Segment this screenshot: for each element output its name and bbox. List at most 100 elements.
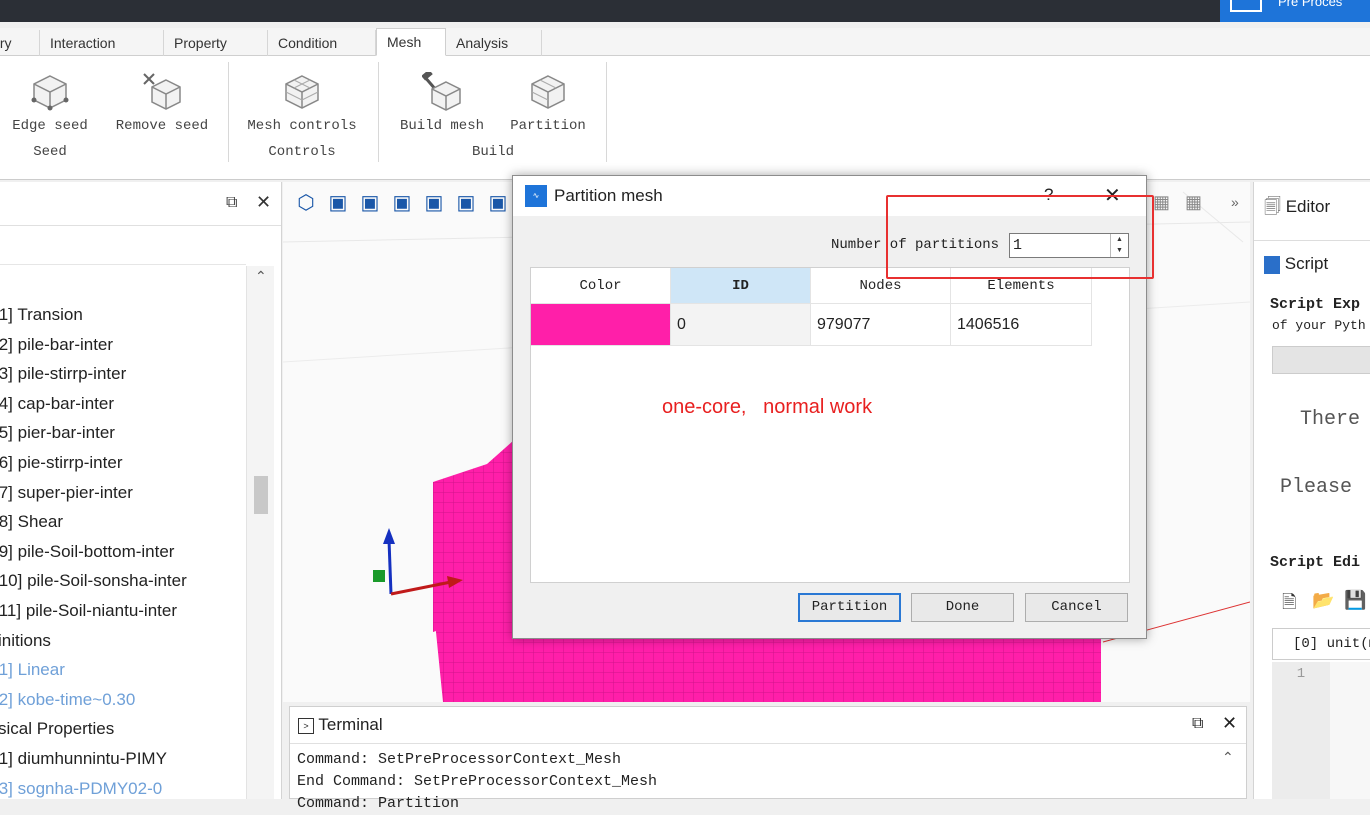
terminal-line: Command: Partition [297,795,460,812]
new-file-icon[interactable]: 🗎 [1282,590,1296,620]
restore-icon[interactable]: ⧉ [1192,715,1203,733]
left-view-icon[interactable]: ▣ [453,190,479,216]
group-build-label: Build [471,144,514,160]
edge-seed-icon [31,75,69,111]
open-folder-icon[interactable]: 📂 [1312,590,1334,611]
script-tab-label: Script [1284,254,1329,273]
mesh-controls-icon [285,75,319,109]
tree-item[interactable]: [3] sognha-PDMY02-0 [0,778,162,800]
ribbon-separator [378,62,379,162]
editor-panel: 🗐 Editor Script Script Exp of your Pyth … [1253,182,1370,799]
done-button[interactable]: Done [911,593,1014,622]
cancel-button[interactable]: Cancel [1025,593,1128,622]
tree-item[interactable]: sical Properties [0,718,114,740]
dialog-title: Partition mesh [554,186,663,205]
empty-state-text: There [1300,408,1361,431]
tab-analysis[interactable]: Analysis [446,30,542,56]
close-icon[interactable]: ✕ [256,192,271,213]
restore-icon[interactable]: ⧉ [226,194,237,212]
save-icon[interactable]: 💾 [1344,590,1366,611]
iso-view-icon[interactable]: ⬡ [293,190,319,216]
tab-script[interactable]: Script [1264,254,1328,274]
tree-item[interactable]: [7] super-pier-inter [0,482,133,504]
edge-seed-button[interactable]: Edge seed [6,66,94,134]
terminal-icon: > [298,717,314,734]
tab-interaction[interactable]: Interaction [40,30,164,56]
build-mesh-button[interactable]: Build mesh [392,66,492,134]
model-tree-panel: ⧉ ✕ [1] Transion [2] pile-bar-inter [3] pi… [0,182,282,799]
ribbon-separator [228,62,229,162]
header-id[interactable]: ID [671,268,811,304]
tree-item[interactable]: [2] pile-bar-inter [0,334,113,356]
tree-item[interactable]: [4] cap-bar-inter [0,393,114,415]
tab-condition[interactable]: Condition [268,30,376,56]
tree-item[interactable]: [11] pile-Soil-niantu-inter [0,600,177,622]
scrollbar-thumb[interactable] [254,476,268,514]
tree-item[interactable]: [3] pile-stirrp-inter [0,363,126,385]
editor-icon: 🗐 [1264,197,1281,216]
empty-state-hint: Please [1280,476,1353,499]
top-view-icon[interactable]: ▣ [389,190,415,216]
partitions-table: Color ID Nodes Elements 0 979077 1406516 [530,267,1130,583]
tab-geometry[interactable]: try [0,30,40,56]
group-controls-label: Controls [268,144,336,160]
tree-item[interactable]: [2] kobe-time~0.30 [0,689,135,711]
tree-item[interactable]: [1] diumhunnintu-PIMY [0,748,167,770]
script-editor-title: Script Edi [1270,554,1361,571]
app-brand-text: Pre Proces [1278,0,1343,9]
close-icon[interactable]: ✕ [1222,713,1237,734]
tree-item[interactable]: [1] Transion [0,304,83,326]
scroll-up-icon[interactable]: ⌃ [1222,749,1234,766]
tab-mesh[interactable]: Mesh [376,28,446,56]
mesh-controls-label: Mesh controls [247,118,357,134]
partition-nodes-cell[interactable]: 979077 [811,304,951,346]
terminal-line: Command: SetPreProcessorContext_Mesh [297,751,622,768]
partition-dialog-button[interactable]: Partition [798,593,901,622]
tree-item[interactable]: [6] pie-stirrp-inter [0,452,122,474]
back-view-icon[interactable]: ▣ [357,190,383,216]
ribbon-tabs: try Interaction Property Condition Mesh … [0,28,1370,56]
app-title-bar: Pre Proces [0,0,1370,22]
remove-seed-button[interactable]: Remove seed [110,66,214,134]
line-number: 1 [1272,662,1330,799]
editor-header: 🗐 Editor [1264,194,1330,223]
app-logo-icon [1230,0,1262,12]
partition-label: Partition [510,118,586,134]
scroll-up-icon[interactable]: ⌃ [255,268,267,285]
partition-elements-cell[interactable]: 1406516 [951,304,1092,346]
front-view-icon[interactable]: ▣ [325,190,351,216]
edge-seed-label: Edge seed [12,118,88,134]
tree-item[interactable]: [10] pile-Soil-sonsha-inter [0,570,187,592]
tree-item[interactable]: initions [0,630,51,652]
tab-property[interactable]: Property [164,30,268,56]
build-mesh-icon [422,72,461,111]
tree-divider [0,264,246,265]
tree-scrollbar[interactable]: ⌃ [246,266,274,799]
more-tools-icon[interactable]: » [1231,194,1239,210]
script-path-field[interactable] [1272,346,1370,374]
mesh-controls-button[interactable]: Mesh controls [240,66,364,134]
script-code-area[interactable]: 1 [1272,662,1370,799]
bottom-view-icon[interactable]: ▣ [421,190,447,216]
partition-id-cell[interactable]: 0 [671,304,811,346]
annotation-note: one-core, normal work [662,396,873,418]
right-view-icon[interactable]: ▣ [485,190,511,216]
remove-seed-icon [143,73,181,110]
render-icon[interactable]: ▦ [1153,192,1170,213]
header-color[interactable]: Color [531,268,671,304]
script-unit-line[interactable]: [0] unit(m [1272,628,1370,660]
tree-item[interactable]: [1] Linear [0,659,65,681]
partition-icon [531,75,565,109]
tree-item[interactable]: [9] pile-Soil-bottom-inter [0,541,174,563]
tree-item[interactable]: [5] pier-bar-inter [0,422,115,444]
remove-seed-label: Remove seed [115,118,209,134]
dialog-app-icon: ∿ [525,185,547,207]
model-tree-header: ⧉ ✕ [0,182,281,226]
partition-color-swatch[interactable] [531,304,671,346]
tree-item[interactable]: [8] Shear [0,511,63,533]
editor-divider [1254,240,1370,241]
terminal-title: Terminal [318,715,383,734]
build-mesh-label: Build mesh [399,118,484,134]
render-mode-icon[interactable]: ▦ [1185,192,1202,213]
partition-button[interactable]: Partition [504,66,592,134]
